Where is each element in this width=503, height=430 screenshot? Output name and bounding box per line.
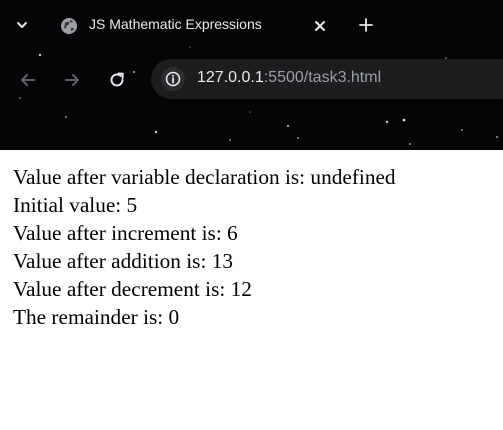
chevron-down-icon — [17, 22, 27, 28]
globe-icon — [61, 18, 77, 34]
tab-close-button[interactable] — [310, 16, 330, 36]
output-line-remainder: The remainder is: 0 — [13, 305, 180, 329]
url-path: :5500/task3.html — [263, 69, 382, 86]
tab-active[interactable]: JS Mathematic Expressions — [48, 6, 340, 46]
new-tab-button[interactable] — [355, 14, 377, 36]
tab-title: JS Mathematic Expressions — [89, 16, 262, 32]
info-icon — [165, 71, 181, 87]
tab-strip: JS Mathematic Expressions — [0, 0, 503, 50]
forward-button[interactable] — [59, 67, 85, 93]
url-text: 127.0.0.1:5500/task3.html — [197, 69, 381, 87]
arrow-right-icon — [65, 74, 79, 86]
reload-icon — [110, 72, 124, 87]
site-info-button[interactable] — [161, 67, 185, 91]
toolbar: 127.0.0.1:5500/task3.html — [0, 54, 503, 106]
output-line-addition: Value after addition is: 13 — [13, 249, 234, 273]
plus-icon — [359, 18, 373, 32]
output-line-increment: Value after increment is: 6 — [13, 221, 238, 245]
reload-button[interactable] — [104, 67, 130, 93]
output-line-declaration: Value after variable declaration is: und… — [13, 165, 396, 189]
back-button[interactable] — [15, 67, 41, 93]
page-content: Value after variable declaration is: und… — [13, 163, 396, 331]
url-host: 127.0.0.1 — [197, 69, 264, 86]
browser-chrome: JS Mathematic Expressions 127.0.0.1:5500… — [0, 0, 503, 150]
output-line-decrement: Value after decrement is: 12 — [13, 277, 252, 301]
close-icon — [315, 21, 325, 31]
arrow-left-icon — [21, 74, 35, 86]
tab-search-button[interactable] — [10, 13, 34, 37]
output-line-initial: Initial value: 5 — [13, 193, 138, 217]
address-bar[interactable]: 127.0.0.1:5500/task3.html — [151, 59, 503, 99]
